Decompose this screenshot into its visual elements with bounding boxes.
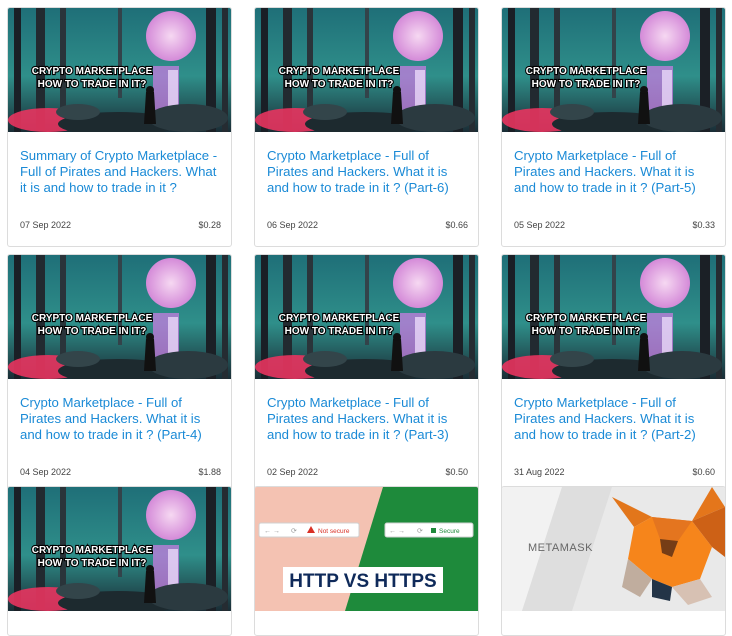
- thumb-caption-line2: HOW TO TRADE IN IT?: [285, 326, 394, 337]
- post-title-link[interactable]: Crypto Marketplace - Full of Pirates and…: [514, 148, 715, 196]
- thumb-caption-line1: CRYPTO MARKETPLACE: [32, 545, 153, 556]
- post-card[interactable]: CRYPTO MARKETPLACE HOW TO TRADE IN IT? C…: [254, 7, 479, 247]
- thumb-caption-line2: HOW TO TRADE IN IT?: [38, 558, 147, 569]
- post-thumbnail-image: CRYPTO MARKETPLACE HOW TO TRADE IN IT?: [255, 255, 478, 379]
- post-title-link[interactable]: Crypto Marketplace - Full of Pirates and…: [514, 395, 715, 443]
- post-thumbnail[interactable]: CRYPTO MARKETPLACE HOW TO TRADE IN IT?: [8, 255, 231, 379]
- post-date: 04 Sep 2022: [20, 467, 72, 477]
- post-card[interactable]: CRYPTO MARKETPLACE HOW TO TRADE IN IT? C…: [501, 7, 726, 247]
- thumb-caption-line2: HOW TO TRADE IN IT?: [38, 326, 147, 337]
- reload-icon: ⟳: [417, 528, 423, 535]
- post-thumbnail[interactable]: CRYPTO MARKETPLACE HOW TO TRADE IN IT?: [255, 255, 478, 379]
- thumb-caption-line1: CRYPTO MARKETPLACE: [32, 66, 153, 77]
- post-card[interactable]: CRYPTO MARKETPLACE HOW TO TRADE IN IT? C…: [7, 254, 232, 494]
- post-payout: $1.88: [198, 467, 221, 477]
- post-date: 06 Sep 2022: [267, 220, 319, 230]
- post-thumbnail[interactable]: CRYPTO MARKETPLACE HOW TO TRADE IN IT?: [502, 8, 725, 132]
- thumb-caption-line1: CRYPTO MARKETPLACE: [32, 313, 153, 324]
- metamask-wordmark: METAMASK: [528, 542, 593, 554]
- post-date: 31 Aug 2022: [514, 467, 565, 477]
- reload-icon: ⟳: [291, 528, 297, 535]
- post-title-link[interactable]: Crypto Marketplace - Full of Pirates and…: [267, 148, 468, 196]
- secure-label: Secure: [439, 528, 460, 535]
- metamask-image: METAMASK: [502, 487, 725, 611]
- thumb-caption-line2: HOW TO TRADE IN IT?: [532, 79, 641, 90]
- post-payout: $0.33: [692, 220, 715, 230]
- post-thumbnail[interactable]: METAMASK: [502, 487, 725, 611]
- post-card[interactable]: ← → ⟳ Not secure ← → ⟳ Secure HTTP VS HT…: [254, 486, 479, 636]
- posts-grid: CRYPTO MARKETPLACE HOW TO TRADE IN IT? S…: [0, 0, 732, 636]
- post-payout: $0.50: [445, 467, 468, 477]
- post-title-link[interactable]: Summary of Crypto Marketplace - Full of …: [20, 148, 221, 196]
- post-thumbnail-image: CRYPTO MARKETPLACE HOW TO TRADE IN IT?: [502, 255, 725, 379]
- thumb-caption-line1: CRYPTO MARKETPLACE: [279, 313, 400, 324]
- post-card[interactable]: METAMASK: [501, 486, 726, 636]
- post-payout: $0.66: [445, 220, 468, 230]
- post-thumbnail-image: CRYPTO MARKETPLACE HOW TO TRADE IN IT?: [8, 8, 231, 132]
- post-card[interactable]: CRYPTO MARKETPLACE HOW TO TRADE IN IT? C…: [501, 254, 726, 494]
- nav-arrows-icon: ← →: [389, 528, 405, 535]
- thumb-caption-line1: CRYPTO MARKETPLACE: [526, 313, 647, 324]
- http-vs-https-caption: HTTP VS HTTPS: [289, 571, 436, 592]
- thumb-caption-line1: CRYPTO MARKETPLACE: [526, 66, 647, 77]
- post-thumbnail[interactable]: CRYPTO MARKETPLACE HOW TO TRADE IN IT?: [8, 487, 231, 611]
- post-card[interactable]: CRYPTO MARKETPLACE HOW TO TRADE IN IT?: [7, 486, 232, 636]
- back-arrow-icon: ← →: [264, 528, 280, 535]
- post-thumbnail-image: CRYPTO MARKETPLACE HOW TO TRADE IN IT?: [8, 255, 231, 379]
- post-date: 07 Sep 2022: [20, 220, 72, 230]
- post-date: 02 Sep 2022: [267, 467, 319, 477]
- thumb-caption-line2: HOW TO TRADE IN IT?: [38, 79, 147, 90]
- post-thumbnail-image: CRYPTO MARKETPLACE HOW TO TRADE IN IT?: [8, 487, 231, 611]
- post-title-link[interactable]: Crypto Marketplace - Full of Pirates and…: [267, 395, 468, 443]
- thumb-caption-line1: CRYPTO MARKETPLACE: [279, 66, 400, 77]
- post-thumbnail[interactable]: CRYPTO MARKETPLACE HOW TO TRADE IN IT?: [8, 8, 231, 132]
- post-payout: $0.28: [198, 220, 221, 230]
- not-secure-label: Not secure: [318, 528, 350, 535]
- lock-icon: [431, 528, 436, 533]
- thumb-caption-line2: HOW TO TRADE IN IT?: [532, 326, 641, 337]
- post-card[interactable]: CRYPTO MARKETPLACE HOW TO TRADE IN IT? S…: [7, 7, 232, 247]
- http-vs-https-image: ← → ⟳ Not secure ← → ⟳ Secure HTTP VS HT…: [255, 487, 478, 611]
- post-thumbnail[interactable]: CRYPTO MARKETPLACE HOW TO TRADE IN IT?: [255, 8, 478, 132]
- post-thumbnail-image: CRYPTO MARKETPLACE HOW TO TRADE IN IT?: [255, 8, 478, 132]
- post-card[interactable]: CRYPTO MARKETPLACE HOW TO TRADE IN IT? C…: [254, 254, 479, 494]
- post-thumbnail-image: CRYPTO MARKETPLACE HOW TO TRADE IN IT?: [502, 8, 725, 132]
- post-thumbnail[interactable]: CRYPTO MARKETPLACE HOW TO TRADE IN IT?: [502, 255, 725, 379]
- thumb-caption-line2: HOW TO TRADE IN IT?: [285, 79, 394, 90]
- post-title-link[interactable]: Crypto Marketplace - Full of Pirates and…: [20, 395, 221, 443]
- post-payout: $0.60: [692, 467, 715, 477]
- post-date: 05 Sep 2022: [514, 220, 566, 230]
- post-thumbnail[interactable]: ← → ⟳ Not secure ← → ⟳ Secure HTTP VS HT…: [255, 487, 478, 611]
